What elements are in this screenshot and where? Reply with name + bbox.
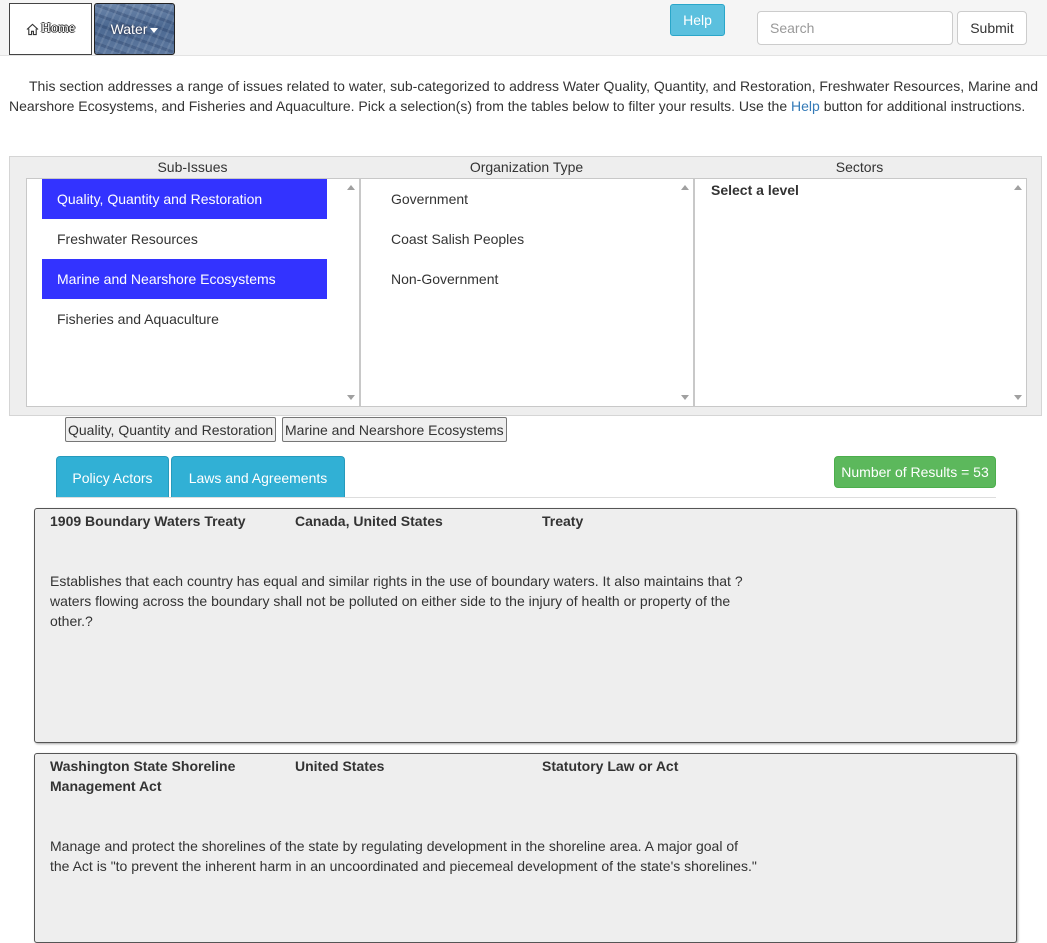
scroll-up-icon[interactable] [347, 185, 355, 190]
sectors-header: Sectors [835, 159, 884, 175]
result-name: 1909 Boundary Waters Treaty [50, 513, 246, 529]
scroll-up-icon[interactable] [681, 185, 689, 190]
top-navbar: Home Water Help Submit [0, 0, 1047, 56]
sectors-placeholder: Select a level [711, 182, 799, 198]
sub-issues-header: Sub-Issues [157, 159, 228, 175]
sub-issues-list[interactable]: Quality, Quantity and Restoration Freshw… [26, 178, 360, 407]
home-button[interactable]: Home [9, 3, 92, 55]
search-input[interactable] [757, 11, 953, 45]
scroll-down-icon[interactable] [1014, 395, 1022, 400]
organization-type-list[interactable]: Government Coast Salish Peoples Non-Gove… [360, 178, 694, 407]
submit-button[interactable]: Submit [957, 11, 1027, 45]
sub-issue-option-quality[interactable]: Quality, Quantity and Restoration [42, 179, 327, 219]
result-type: Statutory Law or Act [542, 758, 679, 774]
result-name: Washington State Shoreline Management Ac… [50, 758, 236, 794]
result-card[interactable]: 1909 Boundary Waters Treaty Canada, Unit… [34, 508, 1017, 743]
sub-issue-option-marine[interactable]: Marine and Nearshore Ecosystems [42, 259, 327, 299]
org-option-non-government[interactable]: Non-Government [376, 259, 661, 299]
scroll-down-icon[interactable] [681, 395, 689, 400]
home-label: Home [40, 21, 76, 36]
results-count-badge: Number of Results = 53 [834, 456, 996, 488]
chevron-down-icon [150, 27, 159, 33]
help-button[interactable]: Help [670, 4, 725, 36]
result-countries: United States [295, 758, 385, 774]
organization-type-header: Organization Type [469, 159, 584, 175]
home-icon [26, 23, 39, 35]
scroll-down-icon[interactable] [347, 395, 355, 400]
organization-scrollbar[interactable] [676, 179, 693, 406]
filter-panel: Sub-Issues Organization Type Sectors Qua… [9, 156, 1042, 416]
intro-text-after: button for additional instructions. [819, 98, 1026, 114]
tab-policy-actors[interactable]: Policy Actors [56, 456, 169, 498]
intro-paragraph: This section addresses a range of issues… [9, 76, 1039, 116]
org-option-government[interactable]: Government [376, 179, 661, 219]
result-description: Establishes that each country has equal … [50, 573, 743, 629]
scroll-up-icon[interactable] [1014, 185, 1022, 190]
sectors-scrollbar[interactable] [1009, 179, 1026, 406]
selected-tag-marine[interactable]: Marine and Nearshore Ecosystems [282, 417, 507, 442]
result-countries: Canada, United States [295, 513, 443, 529]
tabs-divider [56, 497, 996, 498]
tab-laws-and-agreements[interactable]: Laws and Agreements [171, 456, 345, 498]
result-card[interactable]: Washington State Shoreline Management Ac… [34, 753, 1017, 943]
result-description: Manage and protect the shorelines of the… [50, 838, 757, 874]
help-link[interactable]: Help [791, 98, 820, 114]
sub-issue-option-fisheries[interactable]: Fisheries and Aquaculture [42, 299, 327, 339]
sub-issues-scrollbar[interactable] [342, 179, 359, 406]
org-option-coast-salish[interactable]: Coast Salish Peoples [376, 219, 661, 259]
water-dropdown-button[interactable]: Water [94, 3, 175, 55]
sectors-list[interactable]: Select a level [694, 178, 1027, 407]
sub-issue-option-freshwater[interactable]: Freshwater Resources [42, 219, 327, 259]
water-label: Water [110, 21, 148, 37]
selected-tag-quality[interactable]: Quality, Quantity and Restoration [65, 417, 277, 442]
result-type: Treaty [542, 513, 584, 529]
